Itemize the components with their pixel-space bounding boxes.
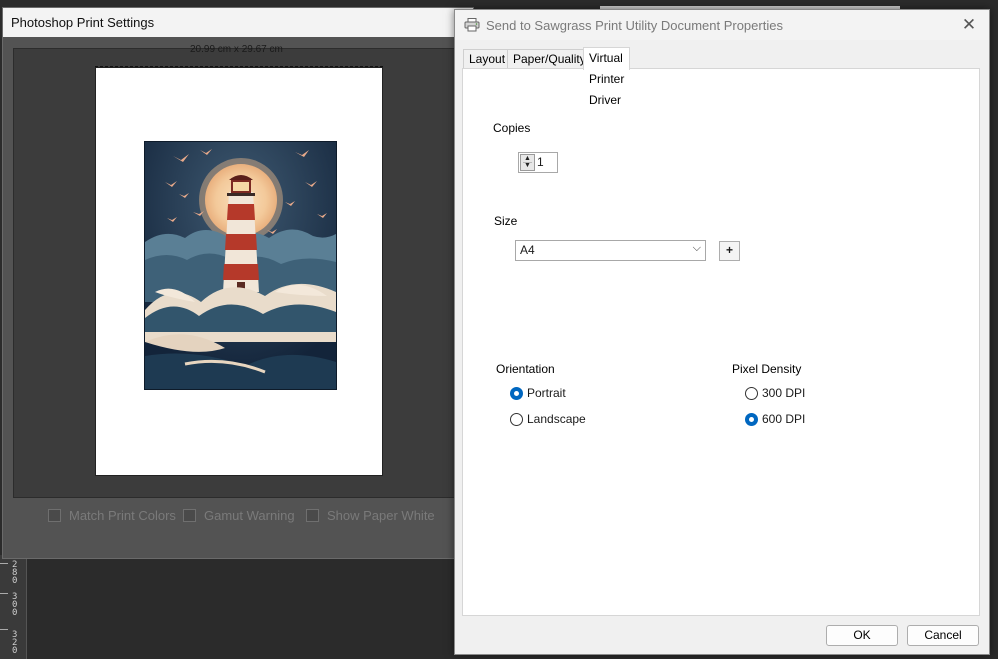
- pixel-density-label: Pixel Density: [732, 362, 802, 376]
- close-icon: ✕: [961, 15, 977, 34]
- lighthouse-artwork[interactable]: [144, 141, 337, 390]
- radio-selected-indicator[interactable]: [745, 412, 758, 426]
- radio-selected-indicator[interactable]: [510, 386, 523, 400]
- size-label: Size: [494, 214, 518, 228]
- radio-indicator[interactable]: [510, 412, 523, 426]
- checkbox-label: Show Paper White: [327, 508, 435, 523]
- orientation-label: Orientation: [496, 362, 555, 376]
- paper-dimensions-label: 20.99 cm x 29.67 cm: [190, 44, 283, 55]
- size-dropdown[interactable]: A4 ⌵: [515, 240, 706, 261]
- ok-button[interactable]: OK: [826, 625, 898, 646]
- ruler-tick: [0, 593, 8, 594]
- landscape-radio[interactable]: Landscape: [510, 412, 586, 426]
- window-title: Photoshop Print Settings: [11, 15, 155, 30]
- radio-indicator[interactable]: [745, 386, 758, 400]
- vertical-ruler: 2 8 0 3 0 0 3 2 0: [0, 555, 27, 659]
- copies-value[interactable]: 1: [537, 155, 544, 169]
- checkbox-box[interactable]: [306, 509, 319, 522]
- cancel-button[interactable]: Cancel: [907, 625, 979, 646]
- spinner-arrows[interactable]: ▲ ▼: [520, 154, 535, 171]
- spin-down-icon[interactable]: ▼: [523, 162, 532, 169]
- paper-top-edge: [95, 66, 383, 70]
- checkbox-label: Match Print Colors: [69, 508, 176, 523]
- ruler-number: 3 0 0: [12, 592, 18, 618]
- show-paper-white-checkbox[interactable]: Show Paper White: [306, 508, 435, 523]
- dpi-300-radio[interactable]: 300 DPI: [745, 386, 805, 400]
- match-print-colors-checkbox[interactable]: Match Print Colors: [48, 508, 176, 523]
- printer-icon: [464, 18, 480, 32]
- radio-label: 600 DPI: [762, 412, 806, 426]
- tab-virtual-printer-driver[interactable]: Virtual Printer Driver: [583, 47, 631, 107]
- ruler-number: 2 8 0: [12, 560, 18, 586]
- dpi-600-radio[interactable]: 600 DPI: [745, 412, 805, 426]
- tab-layout[interactable]: Layout: [463, 49, 512, 69]
- checkbox-box[interactable]: [183, 509, 196, 522]
- copies-label: Copies: [493, 121, 531, 135]
- radio-label: 300 DPI: [762, 386, 806, 400]
- radio-label: Landscape: [527, 412, 586, 426]
- lighthouse-illustration: [145, 142, 336, 389]
- checkbox-box[interactable]: [48, 509, 61, 522]
- preview-options: Match Print Colors Gamut Warning Show Pa…: [48, 508, 468, 528]
- copies-spinner[interactable]: ▲ ▼ 1: [518, 152, 558, 173]
- dialog-title: Send to Sawgrass Print Utility Document …: [486, 18, 783, 33]
- size-selected-value: A4: [520, 243, 535, 257]
- virtual-printer-driver-panel: Copies ▲ ▼ 1 Size A4 ⌵ + Orientation Por…: [462, 68, 980, 616]
- tab-paper-quality[interactable]: Paper/Quality: [507, 49, 592, 69]
- add-size-button[interactable]: +: [719, 241, 740, 261]
- gamut-warning-checkbox[interactable]: Gamut Warning: [183, 508, 295, 523]
- portrait-radio[interactable]: Portrait: [510, 386, 566, 400]
- close-button[interactable]: ✕: [957, 13, 981, 37]
- dialog-titlebar[interactable]: Send to Sawgrass Print Utility Document …: [455, 10, 989, 40]
- ruler-number: 3 2 0: [12, 630, 18, 656]
- window-titlebar[interactable]: Photoshop Print Settings: [3, 8, 473, 37]
- document-properties-dialog: Send to Sawgrass Print Utility Document …: [454, 9, 990, 655]
- ruler-tick: [0, 629, 8, 630]
- ruler-tick: [0, 563, 8, 564]
- chevron-down-icon: ⌵: [692, 242, 701, 254]
- checkbox-label: Gamut Warning: [204, 508, 295, 523]
- radio-label: Portrait: [527, 386, 566, 400]
